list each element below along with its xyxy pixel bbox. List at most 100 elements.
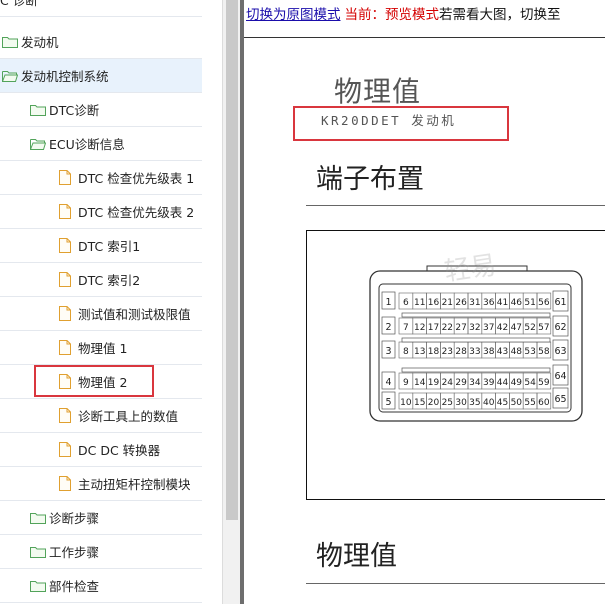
switch-original-link[interactable]: 切换为原图模式 [246,7,341,23]
pin-label: 5 [385,397,391,408]
pin-label: 43 [497,347,508,357]
connector-rib [401,312,551,318]
document-icon [59,374,71,389]
pin-label: 64 [554,371,566,382]
pin-label: 53 [524,347,535,357]
pin-label: 31 [469,298,480,308]
pin-label: 21 [442,298,453,308]
pin-label: 60 [538,398,550,408]
document-icon [59,170,71,185]
tree-item[interactable]: 主动扭矩杆控制模块 [0,467,202,501]
highlight-box-subtitle [293,106,509,141]
pin-label: 19 [428,378,440,388]
pin-label: 25 [442,398,453,408]
navigation-tree: C 诊断发动机发动机控制系统 DTC诊断 ECU诊断信息 DTC 检查优先级表 1 DT… [0,0,222,604]
tree-item-label: 发动机控制系统 [21,69,109,84]
folder-open-icon [30,138,46,150]
tree-item-label: DTC 检查优先级表 2 [78,205,195,220]
pin-label: 61 [554,297,566,308]
tree-item[interactable]: DC DC 转换器 [0,433,202,467]
pin-label: 4 [385,377,391,388]
connector-diagram-frame: 1 2 3 4 5 6 11 16 21 26 31 36 41 46 51 56 7 12 17 22 27 32 37 4… [306,230,605,500]
folder-icon [30,512,46,524]
pin-label: 29 [455,378,467,388]
tree-item-label: DTC诊断 [49,103,100,118]
document-icon [59,408,71,423]
tree-item[interactable]: DTC 索引1 [0,229,202,263]
tree-item[interactable]: 发动机控制系统 [0,59,202,93]
tree-item[interactable]: 诊断步骤 [0,501,202,535]
pin-label: 13 [414,347,425,357]
tree-item[interactable]: 诊断工具上的数值 [0,399,202,433]
folder-icon [30,546,46,558]
tree-item[interactable]: ECU诊断信息 [0,127,202,161]
folder-icon [2,36,18,48]
folder-icon [30,104,46,116]
document-icon [59,204,71,219]
tree-item[interactable]: DTC 检查优先级表 2 [0,195,202,229]
tree-item-label: 物理值 1 [78,341,128,356]
pin-label: 62 [554,322,566,333]
tree-item-label: ECU诊断信息 [49,137,125,152]
tree-item[interactable]: 物理值 2 [0,365,202,399]
scrollbar-thumb[interactable] [226,0,238,520]
heading-terminal-layout: 端子布置 [316,164,424,195]
tree-scrollbar[interactable] [222,0,240,604]
tree-item[interactable]: 工作步骤 [0,535,202,569]
tree-item[interactable]: 物理值 1 [0,331,202,365]
pin-label: 24 [442,378,454,388]
pin-label: 42 [497,323,508,333]
pin-label: 6 [403,298,409,308]
pin-label: 35 [469,398,480,408]
tree-item-label: 诊断步骤 [49,511,100,526]
connector-rib [401,367,551,373]
document-icon [59,306,71,321]
mode-tip: 若需看大图，切换至 [439,7,561,23]
tree-item[interactable]: DTC诊断 [0,93,202,127]
pin-label: 3 [385,346,391,357]
pin-label: 54 [524,378,536,388]
tree-item-label: DTC 索引1 [78,239,141,254]
pin-label: 57 [538,323,549,333]
pin-label: 15 [414,398,425,408]
tree-item-label: C 诊断 [0,0,38,8]
pin-label: 23 [442,347,453,357]
tree-item[interactable]: DTC 检查优先级表 1 [0,161,202,195]
tree-item[interactable]: 发动机 [0,25,202,59]
pin-label: 65 [554,394,566,405]
tree-item[interactable]: 部件检查 [0,569,202,603]
pin-label: 36 [483,298,495,308]
pin-label: 46 [511,298,523,308]
tree-item-label: 测试值和测试极限值 [78,307,191,322]
pin-label: 27 [455,323,466,333]
pin-label: 10 [400,398,412,408]
pin-label: 26 [455,298,467,308]
tree-item[interactable]: DTC 索引2 [0,263,202,297]
divider [306,583,605,584]
tree-item-label: 物理值 2 [78,375,128,390]
tree-item[interactable]: C 诊断 [0,0,202,17]
pin-label: 14 [414,378,426,388]
document-icon [59,340,71,355]
pin-label: 52 [524,323,535,333]
pin-label: 56 [538,298,550,308]
pin-label: 7 [403,323,409,333]
pin-label: 18 [428,347,440,357]
pin-label: 49 [511,378,523,388]
folder-icon [30,580,46,592]
pin-label: 32 [469,323,480,333]
pin-label: 50 [511,398,523,408]
tree-item[interactable]: 测试值和测试极限值 [0,297,202,331]
pin-label: 34 [469,378,481,388]
tree-item-label: 发动机 [21,35,59,50]
folder-open-icon [2,70,18,82]
connector-latch [426,265,528,271]
connector-rib [401,337,551,343]
pin-label: 44 [497,378,509,388]
pin-label: 28 [455,347,467,357]
document-icon [59,272,71,287]
pin-label: 55 [524,398,535,408]
pin-label: 51 [524,298,535,308]
pin-label: 47 [511,323,522,333]
divider [306,205,605,206]
